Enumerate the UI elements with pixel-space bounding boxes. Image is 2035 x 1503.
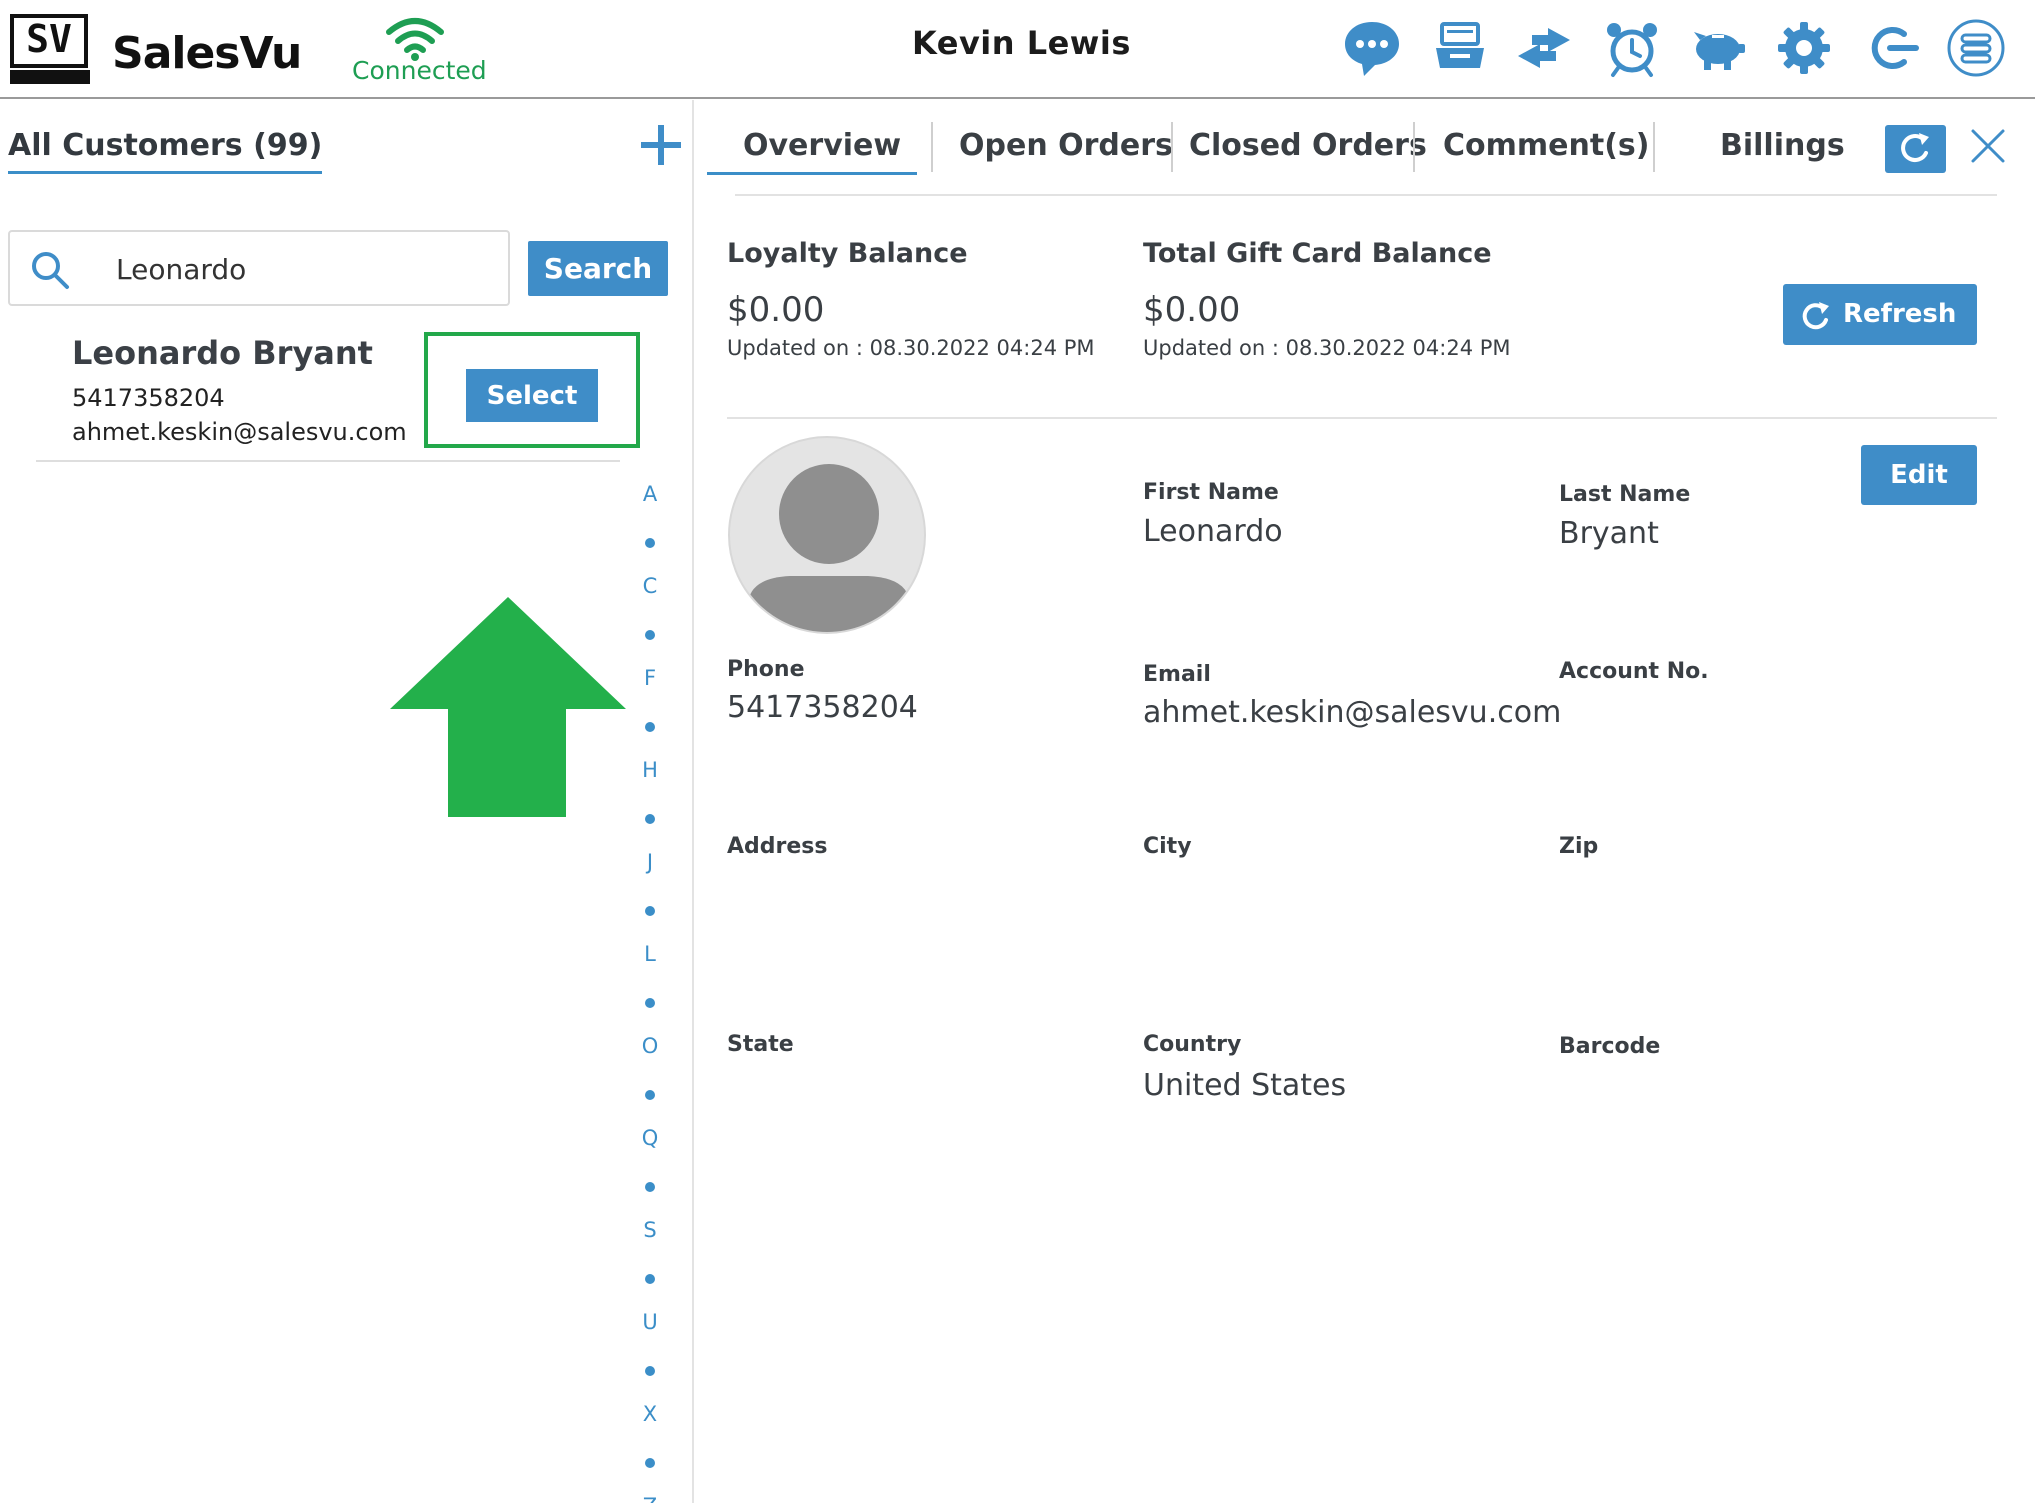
alpha-x[interactable]: X [630, 1402, 670, 1426]
green-arrow-annotation [390, 597, 626, 817]
account-number-label: Account No. [1559, 659, 1709, 684]
zip-label: Zip [1559, 834, 1599, 859]
phone-value: 5417358204 [727, 690, 918, 725]
alpha-a[interactable]: A [630, 482, 670, 506]
alpha-c[interactable]: C [630, 574, 670, 598]
state-label: State [727, 1032, 794, 1057]
gift-card-balance-title: Total Gift Card Balance [1143, 238, 1492, 269]
first-name-value: Leonardo [1143, 514, 1283, 549]
alpha-h[interactable]: H [630, 758, 670, 782]
alpha-u[interactable]: U [630, 1310, 670, 1334]
current-user-name: Kevin Lewis [912, 24, 1131, 62]
email-label: Email [1143, 662, 1211, 687]
barcode-label: Barcode [1559, 1034, 1661, 1059]
refresh-button[interactable]: Refresh [1783, 284, 1977, 345]
alarm-icon[interactable] [1602, 18, 1662, 78]
transfer-icon[interactable] [1514, 18, 1574, 78]
tab-overview[interactable]: Overview [743, 128, 901, 163]
customer-email: ahmet.keskin@salesvu.com [72, 418, 407, 446]
gift-card-updated-on: Updated on : 08.30.2022 04:24 PM [1143, 336, 1511, 360]
all-customers-title[interactable]: All Customers (99) [8, 128, 323, 174]
logo-mark: SV [10, 14, 88, 68]
salesvu-logo: SV [10, 14, 90, 86]
alpha-o[interactable]: O [630, 1034, 670, 1058]
section-divider [727, 417, 1997, 419]
alpha-s[interactable]: S [630, 1218, 670, 1242]
customer-search-box [8, 230, 510, 306]
alpha-j[interactable]: J [630, 850, 670, 874]
settings-icon[interactable] [1774, 18, 1834, 78]
tab-closed-orders[interactable]: Closed Orders [1189, 128, 1427, 163]
address-label: Address [727, 834, 828, 859]
brand-name: SalesVu [112, 28, 302, 79]
piggy-bank-icon[interactable] [1688, 18, 1748, 78]
active-tab-indicator [707, 172, 917, 175]
reload-button[interactable] [1885, 125, 1946, 173]
first-name-label: First Name [1143, 480, 1279, 505]
customer-list-panel: All Customers (99) Search Leonardo Bryan… [0, 100, 694, 1503]
loyalty-balance-value: $0.00 [727, 290, 825, 330]
last-name-label: Last Name [1559, 482, 1691, 507]
alpha-q[interactable]: Q [630, 1126, 670, 1150]
top-bar: SV SalesVu Connected Kevin Lewis [0, 0, 2035, 99]
tab-billings[interactable]: Billings [1720, 128, 1845, 163]
reload-icon [1901, 133, 1929, 162]
customer-avatar [728, 436, 926, 634]
connection-status: Connected [352, 56, 487, 85]
refresh-label: Refresh [1843, 299, 1957, 329]
last-name-value: Bryant [1559, 516, 1659, 551]
country-label: Country [1143, 1032, 1242, 1057]
phone-label: Phone [727, 657, 805, 682]
loyalty-balance-title: Loyalty Balance [727, 238, 968, 269]
alpha-z[interactable]: Z [630, 1494, 670, 1503]
tab-comments[interactable]: Comment(s) [1443, 128, 1649, 163]
register-icon[interactable] [1430, 18, 1490, 78]
select-customer-button[interactable]: Select [466, 369, 598, 422]
customer-name: Leonardo Bryant [72, 334, 373, 372]
logout-icon[interactable] [1862, 18, 1922, 78]
gift-card-balance-value: $0.00 [1143, 290, 1241, 330]
search-button[interactable]: Search [528, 241, 668, 296]
alpha-l[interactable]: L [630, 942, 670, 966]
email-value: ahmet.keskin@salesvu.com [1143, 695, 1562, 730]
customer-phone: 5417358204 [72, 384, 225, 412]
country-value: United States [1143, 1068, 1347, 1103]
city-label: City [1143, 834, 1192, 859]
search-icon [32, 252, 69, 289]
chat-icon[interactable] [1342, 18, 1402, 78]
loyalty-updated-on: Updated on : 08.30.2022 04:24 PM [727, 336, 1095, 360]
edit-button[interactable]: Edit [1861, 445, 1977, 505]
tab-open-orders[interactable]: Open Orders [959, 128, 1173, 163]
customer-search-input[interactable] [116, 246, 496, 292]
close-icon[interactable] [1968, 126, 2008, 166]
alpha-f[interactable]: F [630, 666, 670, 690]
person-placeholder-icon [748, 464, 910, 632]
customer-detail-tabs: Overview Open Orders Closed Orders Comme… [695, 100, 2035, 196]
refresh-icon [1802, 302, 1829, 330]
add-customer-button[interactable] [638, 122, 684, 168]
menu-list-icon[interactable] [1946, 18, 2006, 78]
